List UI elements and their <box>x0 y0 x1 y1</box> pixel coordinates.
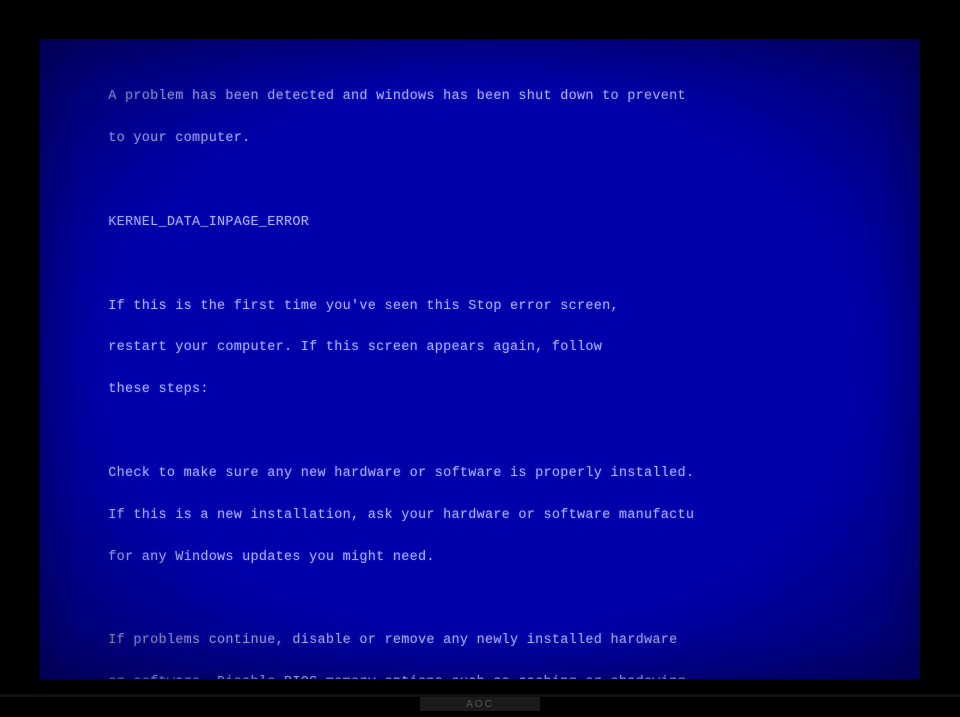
bsod-check-2: If this is a new installation, ask your … <box>108 508 694 523</box>
bsod-first-time-3: these steps: <box>108 382 208 397</box>
bsod-problems-1: If problems continue, disable or remove … <box>108 633 677 648</box>
bsod-first-time-1: If this is the first time you've seen th… <box>108 299 619 314</box>
bsod-first-time-2: restart your computer. If this screen ap… <box>108 340 602 355</box>
monitor: A problem has been detected and windows … <box>0 0 960 717</box>
bsod-line-2: to your computer. <box>108 131 250 146</box>
bsod-screen: A problem has been detected and windows … <box>40 39 920 679</box>
bsod-line-1: A problem has been detected and windows … <box>108 89 686 104</box>
bsod-problems-2: or software. Disable BIOS memory options… <box>108 675 694 678</box>
bsod-content: A problem has been detected and windows … <box>58 67 888 679</box>
bsod-error-code: KERNEL_DATA_INPAGE_ERROR <box>108 215 309 230</box>
monitor-brand-label: AOC <box>466 699 494 710</box>
monitor-base: AOC <box>420 697 540 711</box>
bsod-check-3: for any Windows updates you might need. <box>108 550 434 565</box>
bsod-check-1: Check to make sure any new hardware or s… <box>108 466 694 481</box>
